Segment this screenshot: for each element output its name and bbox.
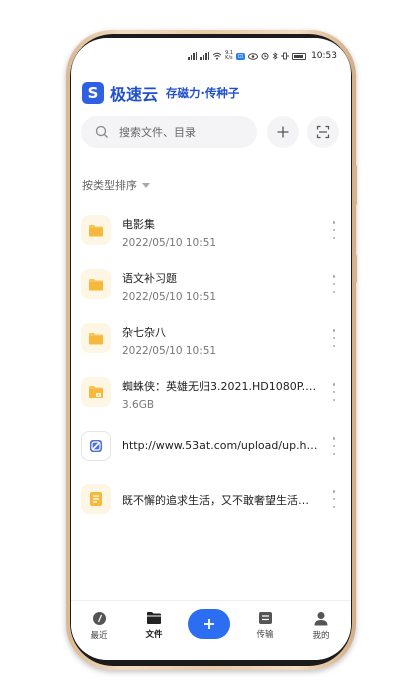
nav-label: 传输 <box>256 630 274 640</box>
search-input[interactable] <box>119 125 249 139</box>
sort-label: 按类型排序 <box>82 179 137 192</box>
phone-side-button <box>354 255 357 283</box>
file-list-item[interactable]: http://www.53at.com/upload/up.html <box>71 431 351 485</box>
app-logo-icon: S <box>82 82 104 104</box>
network-speed: 9.1 K/s <box>225 50 234 61</box>
nav-item-mine[interactable]: 我的 <box>301 611 341 641</box>
document-icon <box>81 484 111 514</box>
nav-label: 文件 <box>145 630 163 640</box>
signal-icon <box>188 52 198 60</box>
search-bar[interactable] <box>81 116 257 148</box>
phone-side-button <box>354 165 357 205</box>
video-folder-icon <box>81 377 111 407</box>
file-list-item[interactable]: 既不懈的追求生活，又不敢奢望生活的馈赠 <box>71 484 351 538</box>
user-icon <box>314 612 328 626</box>
eye-icon <box>248 52 259 60</box>
nav-label: 最近 <box>90 631 108 641</box>
file-name: 既不懈的追求生活，又不敢奢望生活的馈赠 <box>122 494 318 507</box>
file-size: 3.6GB <box>122 399 155 411</box>
bottom-navigation: 最近 文件 传输 我的 <box>71 600 351 660</box>
folder-icon <box>81 269 111 299</box>
add-button[interactable] <box>267 116 299 148</box>
more-options-icon[interactable] <box>329 221 339 239</box>
plus-icon <box>204 619 214 629</box>
status-bar: 9.1 K/s ⊡ 10:53 <box>188 46 337 66</box>
wifi-icon <box>212 52 222 60</box>
bluetooth-icon <box>272 52 278 60</box>
nav-item-recent[interactable]: 最近 <box>79 611 119 641</box>
app-header: S 极速云 存磁力·传种子 <box>82 81 239 105</box>
folder-icon <box>81 323 111 353</box>
vibrate-icon <box>281 52 289 60</box>
file-name: http://www.53at.com/upload/up.html <box>122 439 318 452</box>
file-list-item[interactable]: 杂七杂八 2022/05/10 10:51 <box>71 323 351 377</box>
transfer-icon <box>258 612 272 624</box>
plus-icon <box>277 126 289 138</box>
nav-item-transfer[interactable]: 传输 <box>245 611 285 640</box>
status-time: 10:53 <box>311 51 337 61</box>
scan-icon <box>316 125 330 139</box>
more-options-icon[interactable] <box>329 490 339 508</box>
alarm-icon <box>261 52 269 60</box>
file-name: 语文补习题 <box>122 272 177 285</box>
file-list-item[interactable]: 语文补习题 2022/05/10 10:51 <box>71 269 351 323</box>
nav-label: 我的 <box>312 631 330 641</box>
more-options-icon[interactable] <box>329 437 339 455</box>
file-list-item[interactable]: 蜘蛛侠：英雄无归3.2021.HD1080P.中英双字.mp4 3.6GB <box>71 377 351 431</box>
file-name: 杂七杂八 <box>122 326 166 339</box>
add-fab-button[interactable] <box>188 609 230 639</box>
nav-item-files[interactable]: 文件 <box>134 611 174 640</box>
link-icon <box>81 431 111 461</box>
file-name: 电影集 <box>122 218 155 231</box>
file-date: 2022/05/10 10:51 <box>122 345 217 357</box>
scan-button[interactable] <box>307 116 339 148</box>
app-notification-icon: ⊡ <box>236 52 246 60</box>
file-name: 蜘蛛侠：英雄无归3.2021.HD1080P.中英双字.mp4 <box>122 380 318 393</box>
file-list-item[interactable]: 电影集 2022/05/10 10:51 <box>71 215 351 269</box>
more-options-icon[interactable] <box>329 329 339 347</box>
app-slogan: 存磁力·传种子 <box>166 86 240 100</box>
file-date: 2022/05/10 10:51 <box>122 291 217 303</box>
clock-icon <box>92 612 106 625</box>
file-date: 2022/05/10 10:51 <box>122 237 217 249</box>
app-name: 极速云 <box>110 85 159 104</box>
signal-icon <box>200 52 210 60</box>
folder-icon <box>147 612 161 624</box>
more-options-icon[interactable] <box>329 275 339 293</box>
folder-icon <box>81 215 111 245</box>
more-options-icon[interactable] <box>329 383 339 401</box>
app-screen: 9.1 K/s ⊡ 10:53 S 极速云 存磁力·传种子 按类型排序 电影集 … <box>71 38 351 660</box>
caret-down-icon <box>142 182 150 188</box>
battery-icon <box>292 52 307 60</box>
sort-dropdown[interactable]: 按类型排序 <box>82 177 150 193</box>
search-icon <box>95 125 108 138</box>
